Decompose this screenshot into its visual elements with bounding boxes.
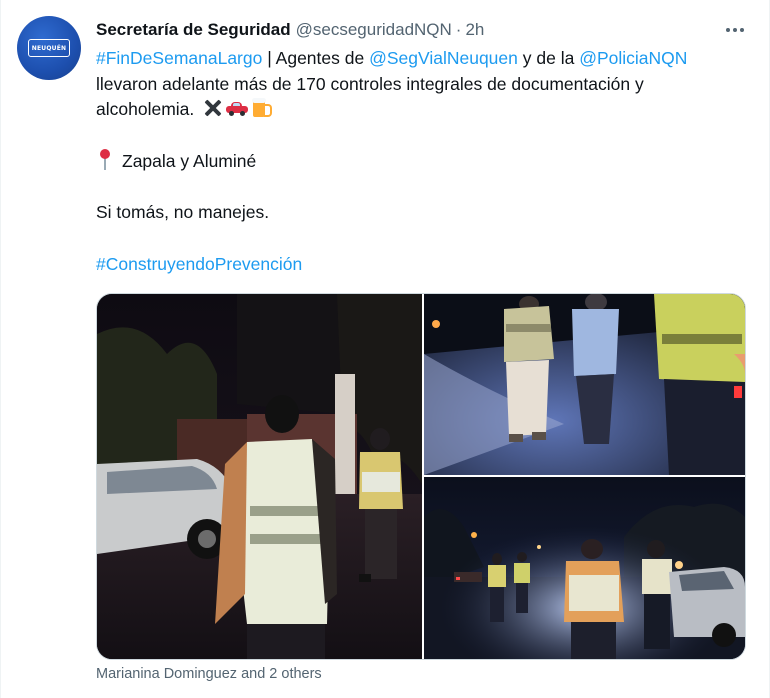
checkpoint-night-photo-3 [424, 477, 745, 659]
hashtag-findesemanalargo[interactable]: #FinDeSemanaLargo [96, 48, 262, 68]
media-photo-3[interactable] [424, 477, 745, 659]
checkpoint-night-photo-2 [424, 294, 745, 475]
tweet-text-segment: | Agentes de [262, 48, 370, 68]
beer-emoji-icon [251, 98, 273, 118]
avatar[interactable]: NEUQUÉN [17, 16, 81, 80]
media-photo-2[interactable] [424, 294, 745, 475]
mention-segvialneuquen[interactable]: @SegVialNeuquen [369, 48, 518, 68]
media-grid [96, 293, 746, 660]
author-handle[interactable]: @secseguridadNQN [296, 20, 452, 40]
round-pushpin-icon [98, 148, 112, 171]
cross-mark-emoji-icon [203, 98, 223, 118]
location-text: Zapala y Aluminé [122, 150, 257, 171]
tagged-users-link[interactable]: Marianina Dominguez and 2 others [96, 664, 322, 684]
tweet-header: Secretaría de Seguridad @secseguridadNQN… [96, 18, 484, 42]
avatar-logo-text: NEUQUÉN [31, 44, 67, 52]
car-emoji-icon [226, 102, 249, 116]
neuquen-logo-icon: NEUQUÉN [28, 39, 70, 57]
header-separator: · [455, 20, 462, 39]
tweet-text: #FinDeSemanaLargo | Agentes de @SegVialN… [96, 46, 746, 277]
tweet-timestamp[interactable]: 2h [465, 20, 484, 40]
mention-policianqn[interactable]: @PoliciaNQN [579, 48, 687, 68]
ellipsis-icon [726, 28, 744, 32]
hashtag-construyendoprevencion[interactable]: #ConstruyendoPrevención [96, 254, 302, 274]
tweet-paragraph-slogan: Si tomás, no manejes. [96, 202, 270, 222]
media-photo-1[interactable] [97, 294, 422, 659]
tweet-paragraph-location: Zapala y Aluminé [96, 148, 746, 175]
checkpoint-night-photo-1 [97, 294, 422, 659]
tweet-paragraph-hashtag: #ConstruyendoPrevención [96, 252, 746, 278]
author-name[interactable]: Secretaría de Seguridad [96, 20, 291, 40]
tweet-paragraph-1: #FinDeSemanaLargo | Agentes de @SegVialN… [96, 46, 746, 123]
more-options-button[interactable] [723, 18, 747, 42]
tweet[interactable]: NEUQUÉN Secretaría de Seguridad @secsegu… [0, 0, 770, 698]
tweet-text-segment: y de la [517, 48, 580, 68]
tweet-text-segment: llevaron adelante más de 170 controles i… [96, 73, 644, 120]
